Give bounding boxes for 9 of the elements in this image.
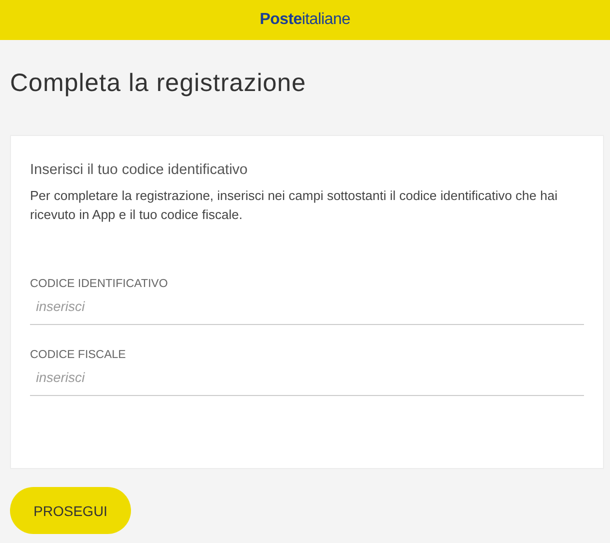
continue-button[interactable]: PROSEGUI (10, 487, 131, 534)
input-field[interactable]: inserisci (30, 290, 584, 325)
field-label: CODICE FISCALE (30, 349, 127, 361)
card-heading: Inserisci il tuo codice identificativo (30, 162, 249, 178)
card-description: Per completare la registrazione, inserisci nei campi sottostanti il codice identificativo che hai ricevuto in App e il tuo codice fiscale. (30, 187, 558, 224)
logo: Posteitaliane (260, 11, 350, 29)
page-title: Completa la registrazione (9, 68, 307, 99)
field-label: CODICE IDENTIFICATIVO (30, 278, 169, 290)
input-field[interactable]: inserisci (30, 361, 584, 396)
